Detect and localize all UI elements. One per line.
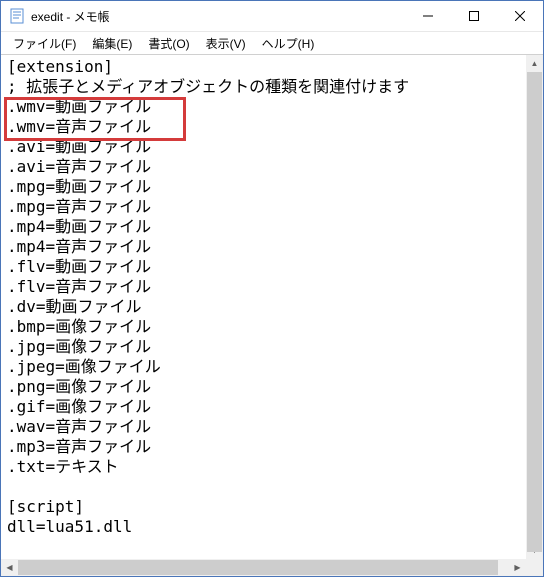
text-line: .mpg=音声ファイル (7, 197, 520, 217)
maximize-button[interactable] (451, 1, 497, 31)
scroll-right-icon[interactable]: ▶ (509, 559, 526, 576)
text-line: .gif=画像ファイル (7, 397, 520, 417)
text-line: .wav=音声ファイル (7, 417, 520, 437)
text-line: dll=lua51.dll (7, 517, 520, 537)
text-line (7, 477, 520, 497)
text-line: [script] (7, 497, 520, 517)
menu-view[interactable]: 表示(V) (198, 33, 254, 54)
text-line: .wmv=動画ファイル (7, 97, 520, 117)
editor-area: [extension]; 拡張子とメディアオブジェクトの種類を関連付けます.wm… (1, 55, 543, 576)
horizontal-scrollbar[interactable]: ◀ ▶ (1, 559, 526, 576)
text-line: .flv=音声ファイル (7, 277, 520, 297)
titlebar[interactable]: exedit - メモ帳 (1, 1, 543, 32)
scroll-thumb-vertical[interactable] (527, 72, 542, 552)
window: exedit - メモ帳 ファイル(F) 編集(E) 書式(O) 表示(V) ヘ… (0, 0, 544, 577)
menu-file[interactable]: ファイル(F) (5, 33, 84, 54)
window-controls (405, 1, 543, 31)
text-line: [extension] (7, 57, 520, 77)
menu-edit[interactable]: 編集(E) (84, 33, 140, 54)
menu-help[interactable]: ヘルプ(H) (254, 33, 323, 54)
scroll-thumb-horizontal[interactable] (18, 560, 498, 575)
text-line: .avi=動画ファイル (7, 137, 520, 157)
window-title: exedit - メモ帳 (31, 8, 405, 25)
text-editor[interactable]: [extension]; 拡張子とメディアオブジェクトの種類を関連付けます.wm… (1, 55, 526, 559)
text-line: ; 拡張子とメディアオブジェクトの種類を関連付けます (7, 77, 520, 97)
text-line: .txt=テキスト (7, 457, 520, 477)
text-line: .jpg=画像ファイル (7, 337, 520, 357)
text-line: .dv=動画ファイル (7, 297, 520, 317)
text-line: .bmp=画像ファイル (7, 317, 520, 337)
scroll-left-icon[interactable]: ◀ (1, 559, 18, 576)
text-line: .mp4=音声ファイル (7, 237, 520, 257)
text-line: .mp3=音声ファイル (7, 437, 520, 457)
text-line: .png=画像ファイル (7, 377, 520, 397)
vertical-scrollbar[interactable]: ▲ ▼ (526, 55, 543, 559)
menubar: ファイル(F) 編集(E) 書式(O) 表示(V) ヘルプ(H) (1, 32, 543, 55)
text-line: .wmv=音声ファイル (7, 117, 520, 137)
scrollbar-corner (526, 559, 543, 576)
scroll-track-vertical[interactable] (526, 72, 543, 542)
text-line: .avi=音声ファイル (7, 157, 520, 177)
menu-format[interactable]: 書式(O) (140, 33, 197, 54)
scroll-up-icon[interactable]: ▲ (526, 55, 543, 72)
close-button[interactable] (497, 1, 543, 31)
notepad-icon (9, 8, 25, 24)
text-line: .flv=動画ファイル (7, 257, 520, 277)
text-line: .mpg=動画ファイル (7, 177, 520, 197)
text-line: .jpeg=画像ファイル (7, 357, 520, 377)
scroll-track-horizontal[interactable] (18, 559, 509, 576)
minimize-button[interactable] (405, 1, 451, 31)
text-line: .mp4=動画ファイル (7, 217, 520, 237)
